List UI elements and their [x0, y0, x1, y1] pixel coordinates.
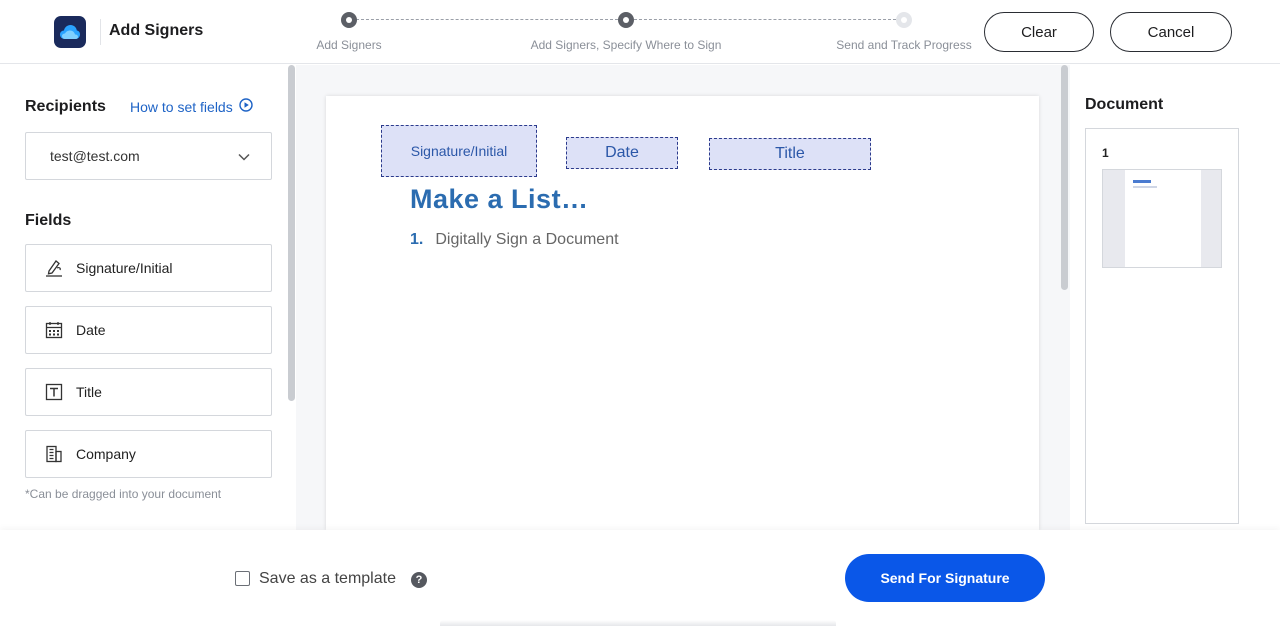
list-number: 1. [410, 231, 424, 248]
field-signature-initial[interactable]: Signature/Initial [25, 244, 272, 292]
field-label: Signature/Initial [76, 260, 173, 276]
step-3-label: Send and Track Progress [836, 38, 972, 52]
step-2-indicator [618, 12, 634, 28]
signature-icon [44, 258, 64, 278]
cancel-button[interactable]: Cancel [1110, 12, 1232, 52]
step-3-indicator [896, 12, 912, 28]
calendar-icon [44, 320, 64, 340]
stepper-connector [356, 19, 618, 20]
top-header: Add Signers Add Signers Add Signers, Spe… [0, 0, 1280, 64]
page-title: Add Signers [109, 22, 204, 39]
thumbnail-page-preview [1125, 170, 1201, 267]
field-date[interactable]: Date [25, 306, 272, 354]
recipients-title: Recipients [25, 98, 106, 115]
building-icon [44, 444, 64, 464]
footer-bar [0, 530, 1280, 626]
step-1-indicator [341, 12, 357, 28]
document-list-item: 1. Digitally Sign a Document [410, 231, 619, 249]
logo-divider [100, 19, 101, 45]
step-1-label: Add Signers [316, 38, 382, 52]
save-template-checkbox[interactable] [235, 571, 250, 586]
step-2-label: Add Signers, Specify Where to Sign [530, 38, 722, 52]
field-label: Date [76, 322, 106, 338]
placed-field-label: Title [775, 145, 805, 162]
recipient-value: test@test.com [50, 148, 140, 164]
page-thumbnail[interactable] [1102, 169, 1222, 268]
clear-button[interactable]: Clear [984, 12, 1094, 52]
document-scrollbar[interactable] [1061, 65, 1068, 290]
placed-title-field[interactable]: Title [709, 138, 871, 170]
app-logo-icon [54, 16, 86, 48]
drag-hint: *Can be dragged into your document [25, 487, 222, 501]
how-to-set-fields-link[interactable]: How to set fields [130, 98, 253, 115]
document-heading: Make a List… [410, 184, 589, 214]
placed-field-label: Date [605, 144, 639, 161]
bottom-edge-shadow [440, 620, 836, 626]
send-for-signature-button[interactable]: Send For Signature [845, 554, 1045, 602]
thumbnail-heading-line [1133, 180, 1151, 183]
field-label: Title [76, 384, 102, 400]
thumbnail-text-line [1133, 186, 1157, 188]
document-panel-title: Document [1085, 96, 1164, 113]
left-scrollbar[interactable] [288, 65, 295, 401]
stepper-connector [634, 19, 896, 20]
placed-field-label: Signature/Initial [410, 143, 508, 159]
chevron-down-icon [237, 150, 251, 167]
field-label: Company [76, 446, 136, 462]
placed-date-field[interactable]: Date [566, 137, 678, 169]
help-icon[interactable]: ? [411, 572, 427, 588]
field-title[interactable]: Title [25, 368, 272, 416]
placed-signature-field[interactable]: Signature/Initial [381, 125, 537, 177]
text-icon [44, 382, 64, 402]
thumbnail-page-number: 1 [1102, 146, 1109, 160]
save-template-label[interactable]: Save as a template [259, 570, 396, 588]
recipient-select[interactable]: test@test.com [25, 132, 272, 180]
fields-title: Fields [25, 212, 72, 229]
how-to-link-label: How to set fields [130, 98, 233, 115]
field-company[interactable]: Company [25, 430, 272, 478]
list-text: Digitally Sign a Document [435, 231, 619, 248]
play-circle-icon [239, 98, 253, 115]
